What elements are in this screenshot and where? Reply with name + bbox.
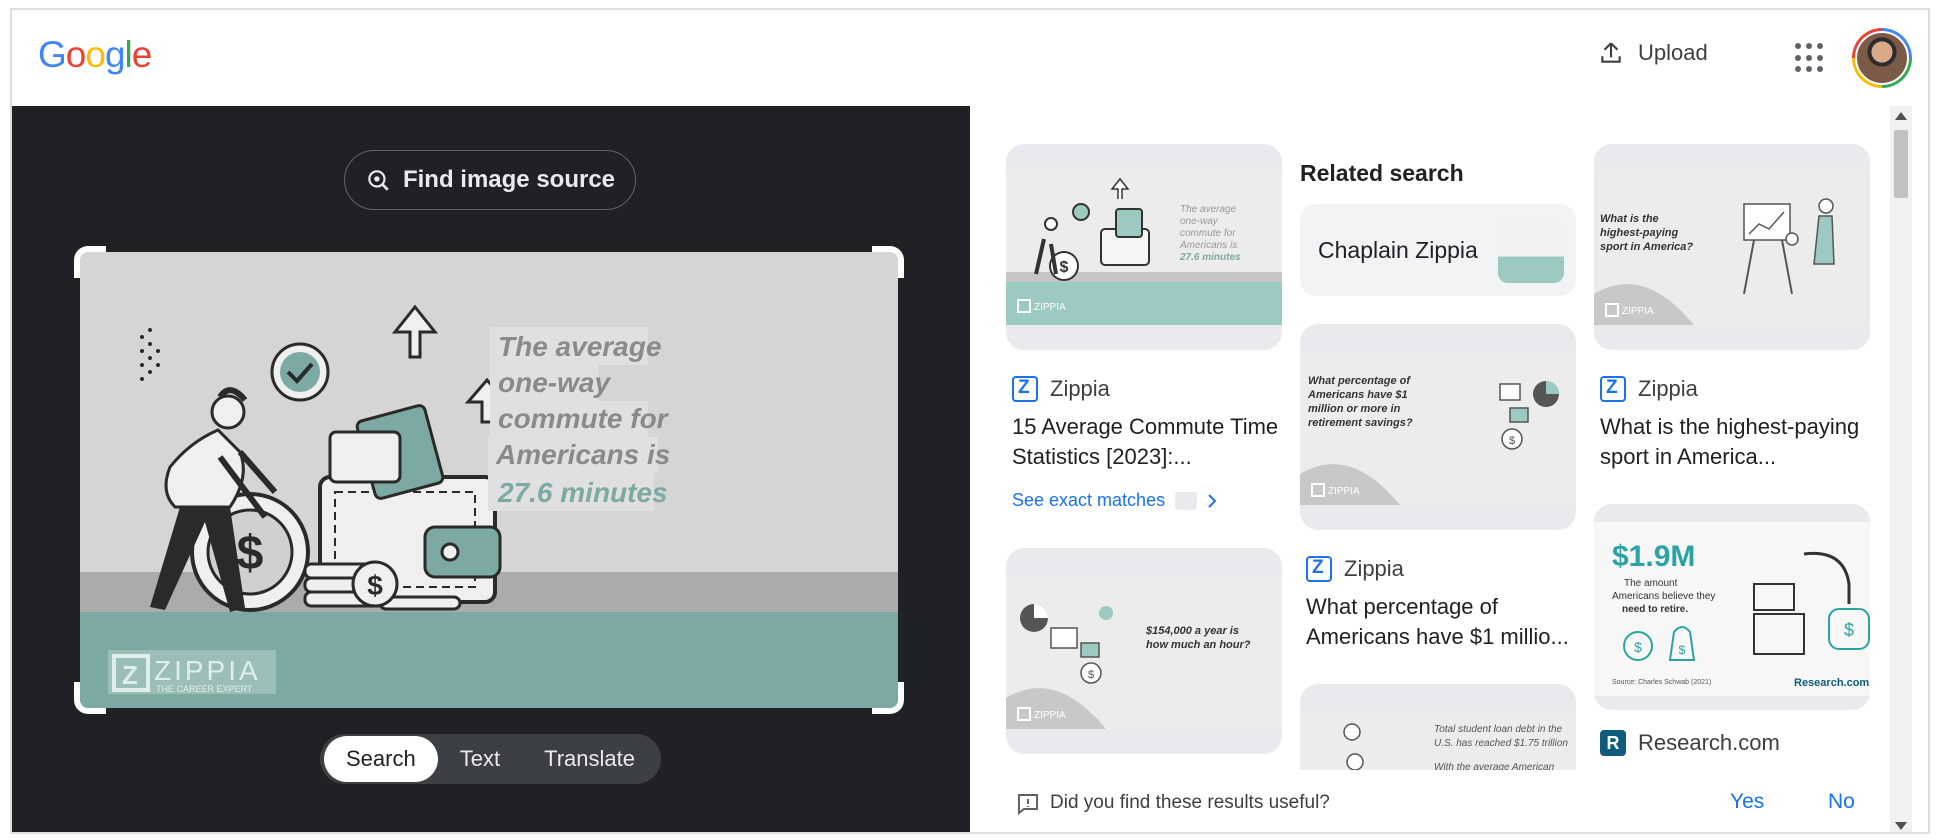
result-thumb-research[interactable]: $1.9M The amount Americans believe they … [1594, 504, 1870, 710]
scrollbar-thumb[interactable] [1894, 130, 1908, 198]
svg-text:$: $ [1634, 639, 1642, 655]
svg-text:retirement savings?: retirement savings? [1308, 417, 1413, 429]
feedback-yes-button[interactable]: Yes [1730, 790, 1764, 814]
result-title-commute[interactable]: 15 Average Commute Time Statistics [2023… [1012, 412, 1284, 472]
svg-text:The average: The average [1180, 204, 1237, 215]
svg-text:$154,000 a year is: $154,000 a year is [1145, 625, 1239, 637]
find-image-source-label: Find image source [402, 166, 616, 193]
svg-text:U.S. has reached $1.75 trillio: U.S. has reached $1.75 trillion [1434, 738, 1568, 749]
caption-line-3: commute for [498, 403, 670, 434]
result-thumb-million[interactable]: What percentage of Americans have $1 mil… [1300, 324, 1576, 530]
related-search-chip[interactable]: Chaplain Zippia [1300, 204, 1576, 296]
svg-text:highest-paying: highest-paying [1600, 227, 1679, 239]
result-thumb-sport[interactable]: What is the highest-paying sport in Amer… [1594, 144, 1870, 350]
result-source-zippia-1[interactable]: Zippia [1012, 376, 1110, 402]
upload-icon [1601, 42, 1621, 63]
result-thumb-commute[interactable]: $ The average one-way commute for Americ… [1006, 144, 1282, 350]
svg-text:how much an hour?: how much an hour? [1146, 639, 1251, 651]
research-favicon-icon: R [1600, 730, 1626, 756]
svg-text:Research.com: Research.com [1794, 677, 1869, 689]
crop-handle-bottom-right[interactable] [872, 682, 904, 714]
browser-frame: Google Upload Find image source $ $ The … [10, 8, 1930, 834]
result-source-zippia-3[interactable]: Zippia [1600, 376, 1698, 402]
feedback-question: Did you find these results useful? [1050, 792, 1330, 813]
tab-search[interactable]: Search [324, 736, 438, 782]
svg-text:The amount: The amount [1624, 578, 1678, 589]
find-image-source-button[interactable]: Find image source [344, 150, 636, 210]
crop-handle-bottom-left[interactable] [74, 682, 106, 714]
google-logo[interactable]: Google [38, 34, 152, 76]
svg-text:27.6 minutes: 27.6 minutes [1179, 252, 1241, 263]
svg-text:ZIPPIA: ZIPPIA [1328, 486, 1360, 497]
image-tagline: THE CAREER EXPERT [156, 684, 253, 694]
feedback-no-button[interactable]: No [1828, 790, 1855, 814]
zippia-favicon-icon [1012, 376, 1038, 402]
account-avatar[interactable] [1852, 28, 1912, 88]
apps-grid-icon[interactable] [1795, 43, 1825, 73]
feedback-bar: Did you find these results useful? Yes N… [970, 770, 1900, 832]
svg-text:need to retire.: need to retire. [1622, 604, 1688, 615]
svg-text:million or more in: million or more in [1308, 403, 1401, 415]
svg-text:$: $ [1679, 643, 1686, 657]
svg-text:$: $ [1060, 259, 1069, 276]
svg-text:$: $ [1509, 435, 1515, 447]
svg-text:Americans is: Americans is [1179, 240, 1237, 251]
svg-text:$: $ [1844, 620, 1854, 640]
related-chip-thumb [1498, 217, 1564, 283]
commute-infographic: $ $ The average one-way commute for Amer… [80, 252, 898, 708]
svg-text:What percentage of: What percentage of [1308, 375, 1411, 387]
svg-text:Total student loan debt in the: Total student loan debt in the [1434, 724, 1563, 735]
svg-text:$1.9M: $1.9M [1612, 540, 1695, 573]
upload-button[interactable]: Upload [1598, 40, 1708, 66]
result-title-million[interactable]: What percentage of Americans have $1 mil… [1306, 592, 1578, 652]
result-source-zippia-2[interactable]: Zippia [1306, 556, 1404, 582]
feedback-icon [1018, 794, 1038, 816]
svg-text:What is the: What is the [1600, 213, 1659, 225]
result-source-research[interactable]: R Research.com [1600, 730, 1780, 756]
lens-image-pane: Find image source $ $ The average one-wa… [12, 106, 970, 832]
chevron-right-icon [1208, 493, 1217, 508]
image-brand: ZIPPIA [154, 655, 261, 686]
zippia-favicon-icon [1306, 556, 1332, 582]
scroll-up-icon[interactable] [1895, 112, 1907, 120]
svg-text:$: $ [367, 570, 383, 601]
result-thumb-hourly[interactable]: $ $154,000 a year is how much an hour? Z… [1006, 548, 1282, 754]
crop-handle-top-left[interactable] [74, 246, 106, 278]
tab-text[interactable]: Text [438, 736, 522, 782]
svg-text:Source: Charles Schwab (2021): Source: Charles Schwab (2021) [1612, 679, 1711, 686]
tab-translate[interactable]: Translate [522, 736, 657, 782]
upload-label: Upload [1638, 40, 1708, 65]
svg-text:$: $ [237, 527, 264, 580]
svg-text:sport in America?: sport in America? [1600, 241, 1693, 253]
crop-handle-top-right[interactable] [872, 246, 904, 278]
caption-highlight: 27.6 minutes [497, 477, 668, 508]
svg-text:Americans have $1: Americans have $1 [1307, 389, 1408, 401]
svg-text:one-way: one-way [1180, 216, 1219, 227]
caption-line-2: one-way [498, 367, 611, 398]
image-search-icon [368, 170, 389, 191]
svg-text:ZIPPIA: ZIPPIA [1034, 302, 1066, 313]
caption-line-4: Americans is [495, 439, 670, 470]
header: Google Upload [12, 10, 1928, 106]
svg-text:$: $ [1088, 669, 1094, 681]
svg-text:Z: Z [122, 660, 138, 690]
svg-text:ZIPPIA: ZIPPIA [1034, 710, 1066, 721]
exact-match-thumb-icon [1175, 491, 1198, 510]
svg-text:Americans believe they: Americans believe they [1612, 591, 1715, 602]
zippia-favicon-icon [1600, 376, 1626, 402]
selected-image[interactable]: $ $ The average one-way commute for Amer… [74, 246, 904, 714]
related-search-heading: Related search [1300, 160, 1464, 186]
results-pane: $ The average one-way commute for Americ… [970, 106, 1912, 832]
svg-text:commute for: commute for [1180, 228, 1236, 239]
lens-mode-tabs: Search Text Translate [320, 734, 661, 784]
result-title-sport[interactable]: What is the highest-paying sport in Amer… [1600, 412, 1872, 472]
caption-line-1: The average [498, 331, 661, 362]
svg-text:ZIPPIA: ZIPPIA [1622, 306, 1654, 317]
see-exact-matches-link[interactable]: See exact matches [1012, 490, 1217, 511]
results-scrollbar[interactable] [1890, 106, 1912, 832]
scroll-down-icon[interactable] [1895, 822, 1907, 830]
